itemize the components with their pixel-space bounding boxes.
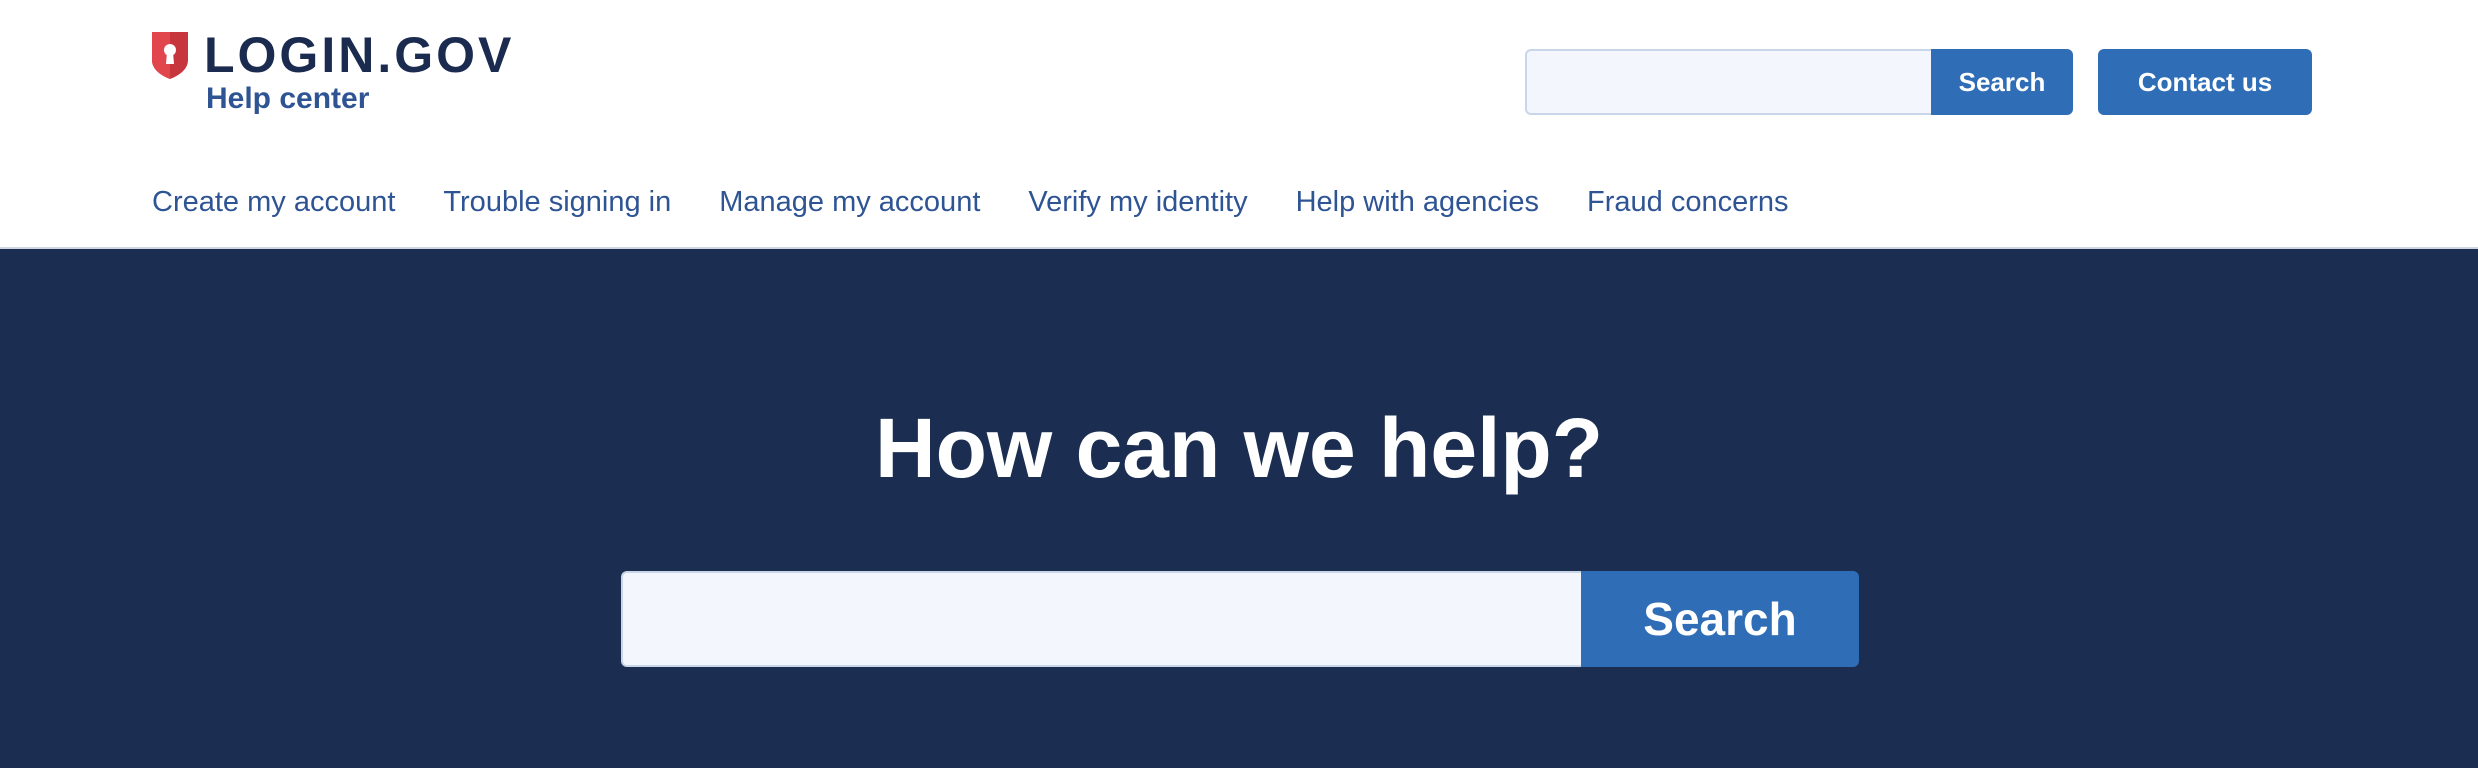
hero-search: Search [621, 571, 1859, 667]
hero-search-button[interactable]: Search [1581, 571, 1859, 667]
header-search-button[interactable]: Search [1931, 49, 2073, 115]
header-search-input[interactable] [1525, 49, 1931, 115]
hero-search-input[interactable] [621, 571, 1581, 667]
help-center-label: Help center [206, 82, 370, 115]
site-header: LOGIN.GOV Help center Search Contact us … [0, 0, 2478, 249]
nav-help-with-agencies[interactable]: Help with agencies [1296, 182, 1539, 222]
nav-manage-my-account[interactable]: Manage my account [719, 182, 980, 222]
primary-nav: Create my account Trouble signing in Man… [152, 182, 1837, 222]
nav-fraud-concerns[interactable]: Fraud concerns [1587, 182, 1789, 222]
hero-title: How can we help? [874, 401, 1604, 495]
contact-us-button[interactable]: Contact us [2098, 49, 2312, 115]
nav-trouble-signing-in[interactable]: Trouble signing in [443, 182, 671, 222]
header-search: Search [1525, 49, 2073, 115]
home-logo-link[interactable]: LOGIN.GOV Help center [150, 28, 514, 116]
hero-section [0, 249, 2478, 768]
nav-create-my-account[interactable]: Create my account [152, 182, 395, 222]
brand-wordmark: LOGIN.GOV [204, 27, 515, 83]
nav-verify-my-identity[interactable]: Verify my identity [1028, 182, 1247, 222]
keyhole-shield-icon [152, 32, 188, 79]
logo-row: LOGIN.GOV [150, 28, 514, 82]
